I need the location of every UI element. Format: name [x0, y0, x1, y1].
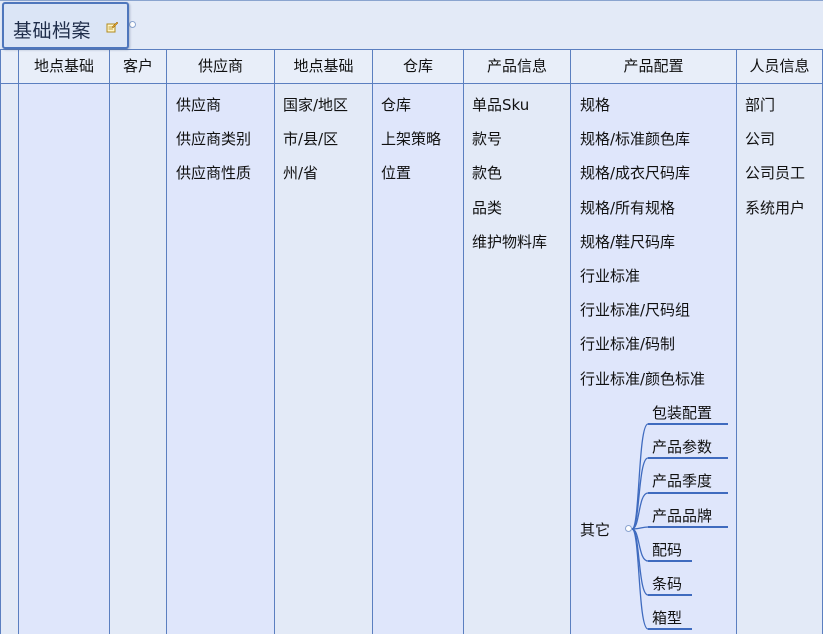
subtopic-item[interactable]: 包装配置	[652, 402, 712, 423]
topic-item[interactable]: 系统用户	[745, 197, 805, 218]
subtopic-item[interactable]: 配码	[652, 539, 682, 560]
root-topic-title: 基础档案	[13, 20, 92, 42]
subtopic-item[interactable]: 产品季度	[652, 470, 712, 491]
subtopic-item[interactable]: 箱型	[652, 607, 682, 628]
subtopic-underline	[648, 628, 692, 630]
root-topic[interactable]: 基础档案	[2, 2, 129, 49]
branch-connector	[631, 423, 649, 630]
subtopic-underline	[648, 423, 728, 425]
subtopic-underline	[648, 492, 728, 494]
subtopic-underline	[648, 457, 728, 459]
subtopic-item[interactable]: 产品品牌	[652, 505, 712, 526]
subtopic-item[interactable]: 条码	[652, 573, 682, 594]
topic-item[interactable]: 部门	[745, 94, 775, 115]
topic-item[interactable]: 公司	[745, 128, 775, 149]
note-pencil-icon[interactable]	[106, 21, 118, 33]
subtopic-underline	[648, 526, 728, 528]
subtopic-underline	[648, 560, 692, 562]
topic-item[interactable]: 公司员工	[745, 162, 805, 183]
subtopic-item[interactable]: 产品参数	[652, 436, 712, 457]
root-collapse-toggle-icon[interactable]	[129, 21, 136, 28]
subtopic-underline	[648, 594, 692, 596]
